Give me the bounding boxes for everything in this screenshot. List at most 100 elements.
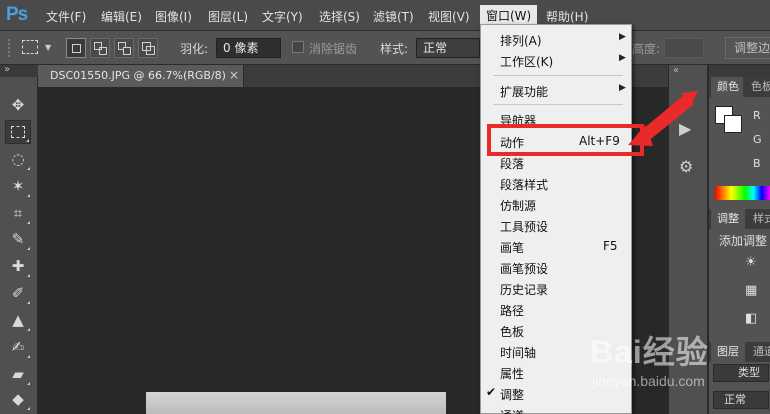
subtract-from-selection-button[interactable] [114,38,134,58]
tab-styles[interactable]: 样式 [747,209,770,229]
brightness-adjust-icon[interactable]: ☀ [745,255,757,270]
menu-item-label: 仿制源 [500,199,537,213]
clone-stamp-tool-icon[interactable]: ▲ [5,308,31,332]
intersect-selection-button[interactable] [138,38,158,58]
menu-separator [493,104,623,105]
lasso-tool-icon[interactable]: ◌ [5,147,31,171]
menu-window[interactable]: 窗口(W) [480,5,538,26]
add-to-selection-button[interactable] [90,38,110,58]
menu-item-label: 路径 [500,304,525,318]
submenu-arrow-icon: ▶ [619,32,626,42]
brush-tool-icon[interactable]: ✐ [5,281,31,305]
healing-brush-tool-icon[interactable]: ✚ [5,254,31,278]
menu-item-tool-presets[interactable]: 工具预设 [481,216,631,236]
menu-item-label: 时间轴 [500,346,537,360]
move-tool-icon[interactable]: ✥ [5,93,31,117]
adjust-panel-tabs: 调整 样式 [709,209,770,229]
watermark-logo-text: Bai经验 [590,334,709,370]
preset-dropdown-caret-icon[interactable]: ▼ [45,43,51,52]
height-input[interactable] [664,38,704,58]
feather-label: 羽化: [180,42,209,56]
refine-edge-button[interactable]: 调整边 [725,37,770,59]
menu-item-history[interactable]: 历史记录 [481,279,631,299]
style-select[interactable]: 正常 [416,38,480,58]
feather-input[interactable]: 0 像素 [216,38,281,58]
curves-adjust-icon[interactable]: ◧ [745,311,757,326]
eyedropper-tool-icon[interactable]: ✎ [5,227,31,251]
menu-filter[interactable]: 滤镜(T) [373,8,414,25]
options-grip[interactable] [8,39,10,57]
tab-channels[interactable]: 通道 [747,342,770,362]
menu-item-workspace[interactable]: 工作区(K) ▶ [481,51,631,71]
expand-chevron-icon[interactable]: « [673,65,679,76]
menu-item-clone-source[interactable]: 仿制源 [481,195,631,215]
close-icon[interactable]: × [229,68,239,82]
color-spectrum-bar[interactable] [715,186,770,200]
eraser-tool-icon[interactable]: ▰ [5,362,31,386]
marquee-tool-icon[interactable] [5,120,31,144]
document-tab-label: DSC01550.JPG @ 66.7%(RGB/8) [50,69,226,82]
tab-adjustments[interactable]: 调整 [711,209,745,229]
menu-item-brush-presets[interactable]: 画笔预设 [481,258,631,278]
history-brush-tool-icon[interactable]: ✍ [5,335,31,359]
menu-item-label: 通道 [500,407,524,414]
menu-item-paragraph-styles[interactable]: 段落样式 [481,174,631,194]
background-color-swatch[interactable] [724,115,742,133]
antialias-label: 消除锯齿 [309,42,358,56]
menu-file[interactable]: 文件(F) [46,8,86,25]
submenu-arrow-icon: ▶ [619,53,626,63]
menu-item-label: 画笔预设 [500,262,549,276]
new-selection-button[interactable] [66,38,86,58]
document-tab[interactable]: DSC01550.JPG @ 66.7%(RGB/8) × [38,65,244,87]
paint-bucket-tool-icon[interactable]: ◆ [5,387,31,411]
document-image[interactable] [146,392,446,414]
menu-item-arrange[interactable]: 排列(A) ▶ [481,30,631,50]
menu-item-label: 排列(A) [500,34,542,48]
menu-item-paths[interactable]: 路径 [481,300,631,320]
menu-item-label: 扩展功能 [500,85,549,99]
menu-item-label: 属性 [500,367,525,381]
menu-edit[interactable]: 编辑(E) [101,8,142,25]
color-panel-tabs: 颜色 色板 [709,77,770,97]
blue-label: B [753,157,761,170]
annotation-highlight-box [487,124,644,156]
history-panel-icon[interactable]: ⟲ [679,91,692,110]
photoshop-logo: Ps [6,4,28,25]
collapse-chevron-icon[interactable]: » [4,64,10,75]
magic-wand-tool-icon[interactable]: ✶ [5,174,31,198]
menu-item-label: 历史记录 [500,283,549,297]
panels-header-strip [709,65,770,77]
actions-panel-icon[interactable]: ▶ [679,119,691,138]
rect-marquee-preset-icon[interactable] [22,40,38,54]
tab-color[interactable]: 颜色 [711,77,743,97]
menu-item-label: 段落样式 [500,178,549,192]
menu-item-label: 调整 [500,388,525,402]
checkmark-icon: ✔ [486,385,497,399]
menu-item-extensions[interactable]: 扩展功能 ▶ [481,81,631,101]
crop-tool-icon[interactable]: ⌗ [5,201,31,225]
menu-type[interactable]: 文字(Y) [262,8,303,25]
levels-adjust-icon[interactable]: ▦ [745,283,757,298]
watermark-url: jingyan.baidu.com [592,373,705,389]
menu-separator [493,75,623,76]
menu-bar: Ps 文件(F) 编辑(E) 图像(I) 图层(L) 文字(Y) 选择(S) 滤… [0,0,770,31]
menu-view[interactable]: 视图(V) [428,8,470,25]
menu-item-label: 工作区(K) [500,55,554,69]
menu-image[interactable]: 图像(I) [155,8,192,25]
menu-item-shortcut: F5 [603,239,618,253]
properties-panel-icon[interactable]: ⚙ [679,157,693,176]
menu-select[interactable]: 选择(S) [319,8,360,25]
menu-help[interactable]: 帮助(H) [546,8,588,25]
green-label: G [753,133,762,146]
menu-item-brush[interactable]: 画笔 F5 [481,237,631,257]
menu-layer[interactable]: 图层(L) [208,8,248,25]
tab-swatches[interactable]: 色板 [745,77,770,97]
options-bar: ▼ 羽化: 0 像素 消除锯齿 样式: 正常 高度: 调整边 [0,31,770,65]
baidu-jingyan-watermark: Bai经验 jingyan.baidu.com [590,325,730,405]
submenu-arrow-icon: ▶ [619,83,626,93]
antialias-checkbox[interactable] [292,41,304,53]
tools-panel-header[interactable]: » [0,64,38,77]
menu-item-channels[interactable]: 通道 [481,405,631,414]
menu-item-paragraph[interactable]: 段落 [481,153,631,173]
red-label: R [753,109,761,122]
